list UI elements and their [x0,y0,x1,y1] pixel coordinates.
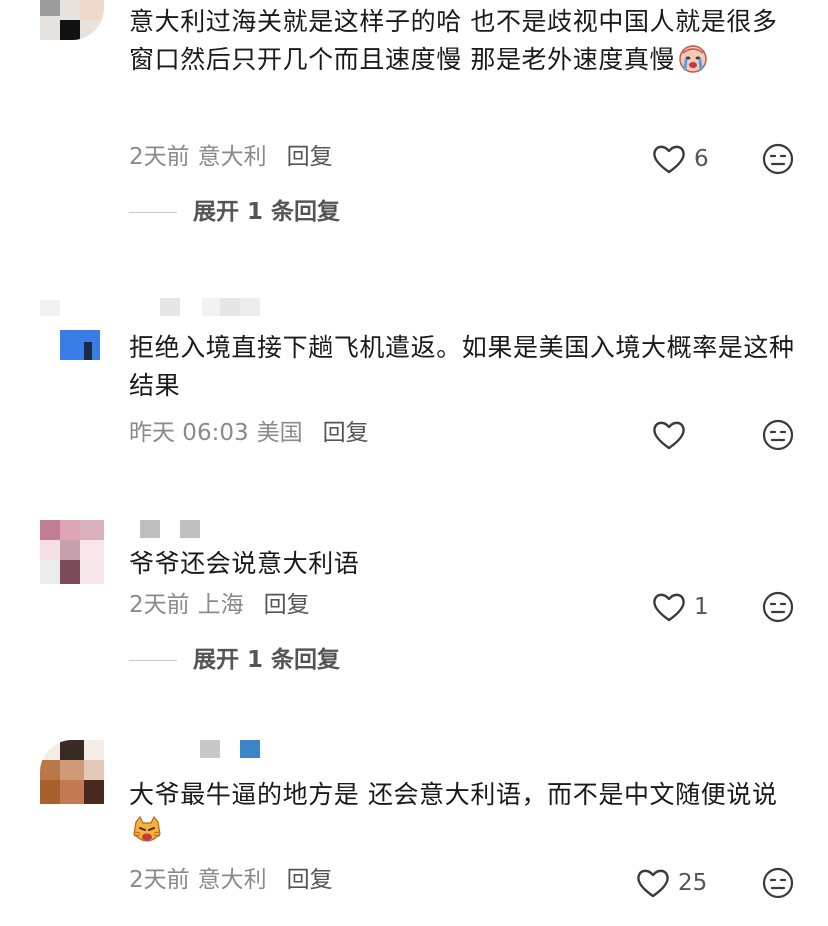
like-button[interactable]: 25 [636,867,710,899]
comment-meta: 昨天 06:03 美国 回复 [129,417,369,449]
heart-icon [653,145,685,174]
comment-text: 大爷最牛逼的地方是 还会意大利语，而不是中文随便说说 [129,776,799,852]
comment-location: 意大利 [197,144,267,170]
like-count: 1 [694,594,709,620]
reply-button[interactable]: 回复 [323,420,369,446]
comment-meta: 2天前 意大利 回复 [129,864,333,896]
avatar[interactable] [40,520,104,584]
reply-button[interactable]: 回复 [264,592,310,618]
avatar[interactable] [40,740,104,804]
comment-meta: 2天前 意大利 回复 [129,141,333,173]
crying-face-emoji [679,45,707,73]
comment-date: 2天前 [129,592,190,618]
meh-face-icon[interactable] [762,143,794,175]
reply-button[interactable]: 回复 [287,144,333,170]
expand-replies-label: 展开 1 条回复 [193,647,341,673]
avatar[interactable] [40,0,104,40]
heart-icon [653,421,685,450]
meh-face-icon[interactable] [762,419,794,451]
like-button[interactable]: 6 [652,143,710,175]
meh-face-icon[interactable] [762,591,794,623]
expand-replies-label: 展开 1 条回复 [193,199,341,225]
heart-icon [653,593,685,622]
comment-text: 意大利过海关就是这样子的哈 也不是歧视中国人就是很多窗口然后只开几个而且速度慢 … [129,7,778,74]
like-button[interactable] [652,419,710,451]
avatar[interactable] [40,300,104,364]
like-count: 25 [678,870,708,896]
like-count: 6 [694,146,709,172]
comment-date: 昨天 06:03 [129,420,249,446]
angry-cat-emoji [133,816,161,842]
comment-meta: 2天前 上海 回复 [129,589,310,621]
comment-location: 美国 [256,420,303,446]
comment-text: 拒绝入境直接下趟飞机遣返。如果是美国入境大概率是这种结果 [129,333,795,400]
comment-text: 爷爷还会说意大利语 [129,549,360,578]
heart-icon [637,869,669,898]
like-button[interactable]: 1 [652,591,710,623]
comment-date: 2天前 [129,867,190,893]
comment-date: 2天前 [129,144,190,170]
divider-line [129,212,177,213]
comment-location: 上海 [197,592,244,618]
comment-1: 意大利过海关就是这样子的哈 也不是歧视中国人就是很多窗口然后只开几个而且速度慢 … [0,0,828,240]
divider-line [129,660,177,661]
reply-button[interactable]: 回复 [287,867,333,893]
comment-3: 爷爷还会说意大利语 2天前 上海 回复 1 展开 1 条回复 [0,510,828,690]
comment-location: 意大利 [197,867,267,893]
meh-face-icon[interactable] [762,867,794,899]
comment-2: 拒绝入境直接下趟飞机遣返。如果是美国入境大概率是这种结果 昨天 06:03 美国回… [0,290,828,490]
comment-4: 大爷最牛逼的地方是 还会意大利语，而不是中文随便说说 2天前 意大利 回复 25 [0,730,828,926]
